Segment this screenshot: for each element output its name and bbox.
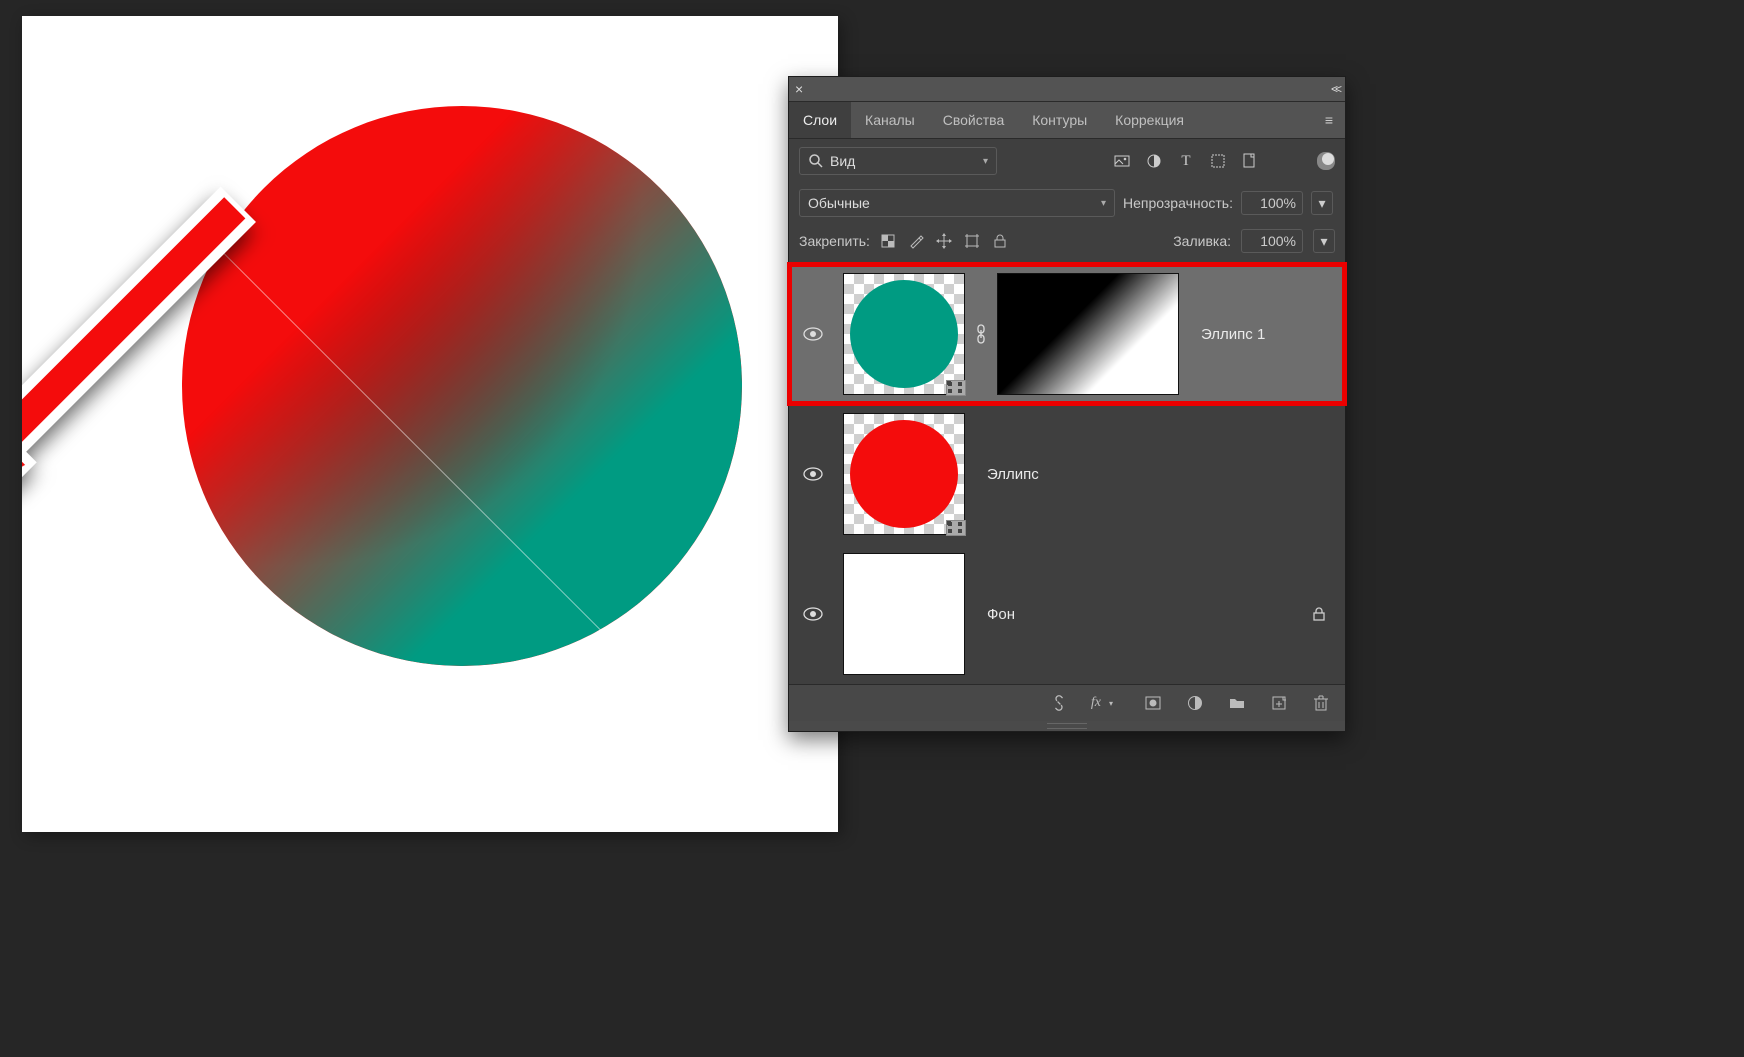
filter-shape-icon[interactable] (1209, 152, 1227, 170)
lock-transparency-icon[interactable] (880, 233, 896, 249)
blend-mode-dropdown[interactable]: Обычные ▾ (799, 189, 1115, 217)
layers-panel-footer: fx▾ (789, 684, 1345, 721)
layer-name[interactable]: Фон (987, 606, 1015, 623)
visibility-toggle[interactable] (789, 607, 837, 621)
shape-badge-icon (946, 380, 966, 396)
layer-row[interactable]: Эллипс (789, 404, 1345, 544)
layer-row[interactable]: Фон (789, 544, 1345, 684)
filter-type-label: Вид (830, 153, 855, 169)
fill-slider-toggle[interactable]: ▾ (1313, 229, 1335, 253)
search-icon (808, 153, 824, 169)
layers-panel: × << Слои Каналы Свойства Контуры Коррек… (788, 76, 1346, 732)
chevron-down-icon: ▾ (1101, 198, 1106, 209)
layers-list: Эллипс 1 Эллипс Фон (789, 264, 1345, 684)
tab-layers[interactable]: Слои (789, 102, 851, 138)
layer-name[interactable]: Эллипс (987, 466, 1039, 483)
panel-resize-grip[interactable] (789, 721, 1345, 731)
blend-mode-value: Обычные (808, 195, 870, 211)
new-layer-icon[interactable] (1269, 693, 1289, 713)
mask-link-icon[interactable] (971, 324, 991, 344)
layer-thumbnail[interactable] (843, 553, 965, 675)
filter-type-text-icon[interactable]: T (1177, 152, 1195, 170)
new-group-icon[interactable] (1227, 693, 1247, 713)
fx-icon[interactable]: fx▾ (1091, 693, 1121, 713)
filter-adjustment-icon[interactable] (1145, 152, 1163, 170)
opacity-value[interactable]: 100% (1241, 191, 1303, 215)
panel-titlebar[interactable]: × << (789, 77, 1345, 102)
panel-tabs: Слои Каналы Свойства Контуры Коррекция ≡ (789, 102, 1345, 139)
fill-label: Заливка: (1173, 233, 1231, 249)
lock-label: Закрепить: (799, 233, 870, 249)
tab-channels[interactable]: Каналы (851, 102, 929, 138)
lock-fill-row: Закрепить: Заливка: 100% ▾ (789, 223, 1345, 264)
lock-position-icon[interactable] (936, 233, 952, 249)
filter-smartobj-icon[interactable] (1241, 152, 1259, 170)
layer-filter-row: Вид ▾ T (789, 139, 1345, 183)
workspace: × << Слои Каналы Свойства Контуры Коррек… (0, 0, 1744, 1057)
lock-pixels-icon[interactable] (908, 233, 924, 249)
filter-type-dropdown[interactable]: Вид ▾ (799, 147, 997, 175)
add-adjustment-icon[interactable] (1185, 693, 1205, 713)
collapse-icon[interactable]: << (1331, 82, 1339, 96)
tab-adjustments[interactable]: Коррекция (1101, 102, 1198, 138)
lock-icon[interactable] (1311, 606, 1327, 622)
filter-toggle[interactable] (1317, 152, 1335, 170)
opacity-label: Непрозрачность: (1123, 195, 1233, 211)
close-icon[interactable]: × (795, 82, 803, 96)
link-layers-icon[interactable] (1049, 693, 1069, 713)
layer-thumbnail[interactable] (843, 413, 965, 535)
filter-icons: T (1113, 152, 1335, 170)
add-mask-icon[interactable] (1143, 693, 1163, 713)
mask-thumbnail[interactable] (997, 273, 1179, 395)
opacity-slider-toggle[interactable]: ▾ (1311, 191, 1333, 215)
layer-thumbnail[interactable] (843, 273, 965, 395)
tab-paths[interactable]: Контуры (1018, 102, 1101, 138)
document-canvas[interactable] (22, 16, 838, 832)
delete-layer-icon[interactable] (1311, 693, 1331, 713)
fill-value[interactable]: 100% (1241, 229, 1303, 253)
layer-name[interactable]: Эллипс 1 (1201, 326, 1265, 343)
ellipse-teal-masked[interactable] (182, 106, 742, 666)
chevron-down-icon: ▾ (983, 156, 988, 167)
lock-artboard-icon[interactable] (964, 233, 980, 249)
layer-row[interactable]: Эллипс 1 (789, 264, 1345, 404)
tab-properties[interactable]: Свойства (929, 102, 1018, 138)
panel-menu-icon[interactable]: ≡ (1313, 102, 1345, 138)
visibility-toggle[interactable] (789, 467, 837, 481)
shape-badge-icon (946, 520, 966, 536)
visibility-toggle[interactable] (789, 327, 837, 341)
filter-pixel-icon[interactable] (1113, 152, 1131, 170)
lock-all-icon[interactable] (992, 233, 1008, 249)
blend-opacity-row: Обычные ▾ Непрозрачность: 100% ▾ (789, 183, 1345, 223)
